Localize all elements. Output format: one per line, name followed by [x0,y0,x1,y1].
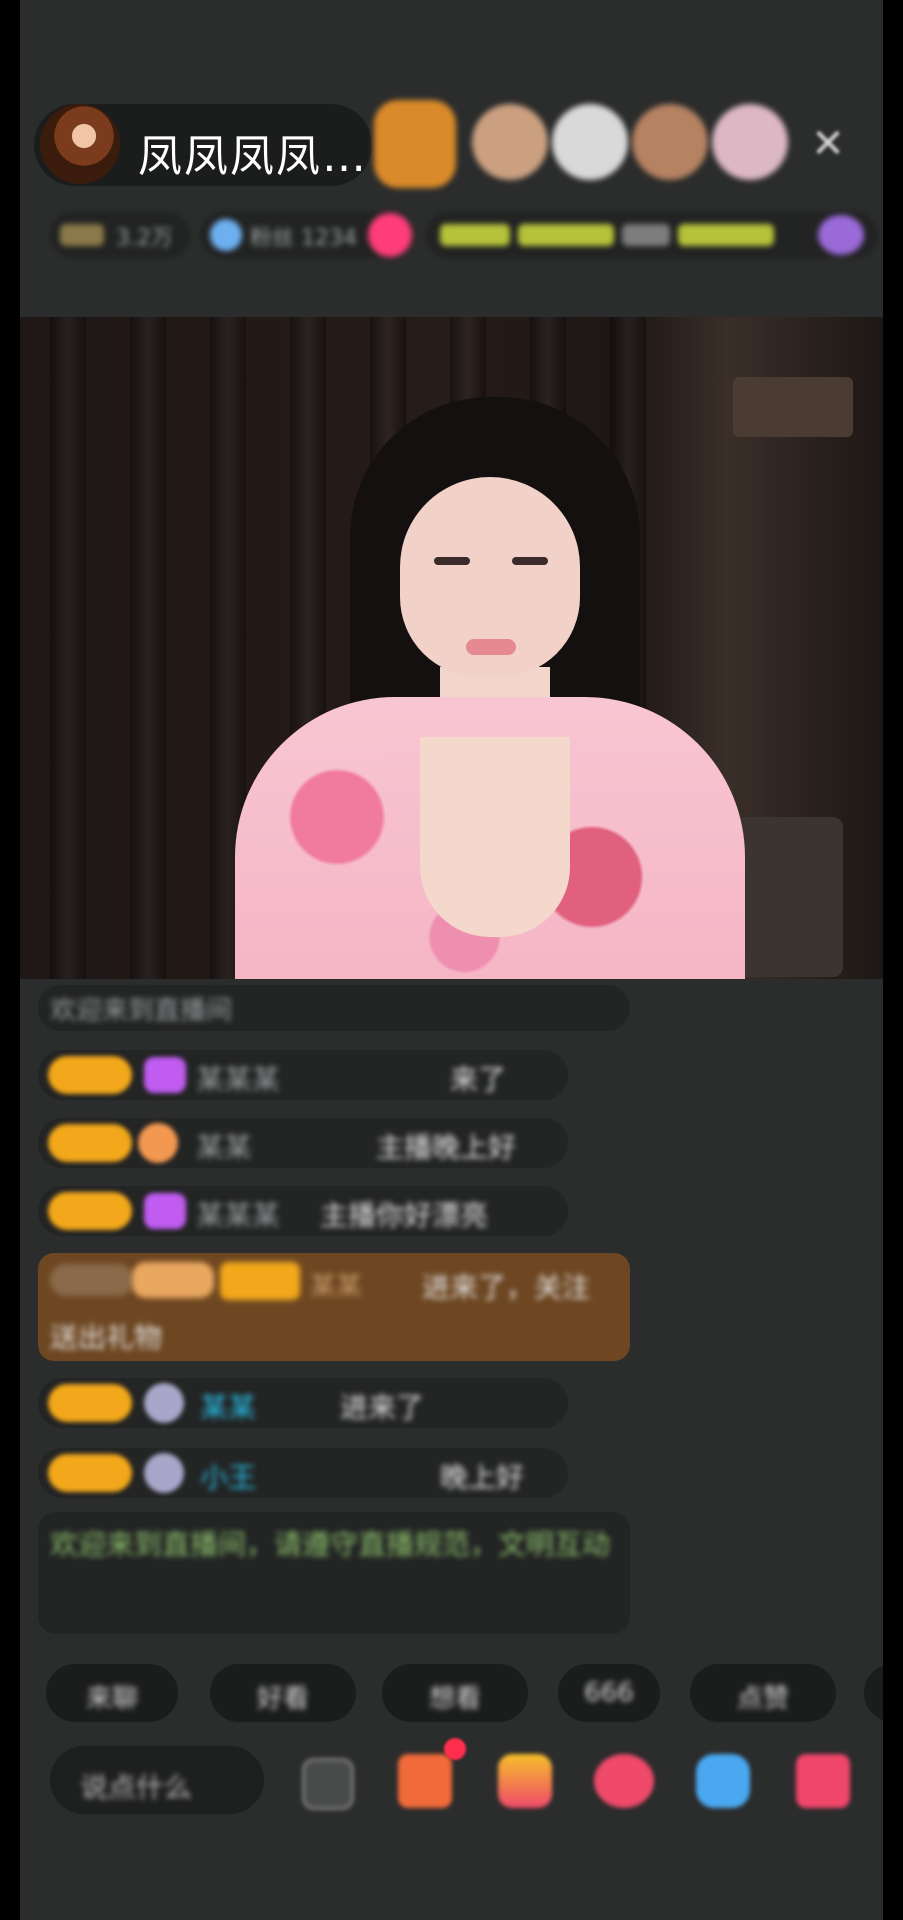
chat-text: 进来了 [340,1391,425,1424]
green-notice: 欢迎来到直播间，请遵守直播规范，文明互动 [50,1528,611,1561]
chat-text: 晚上好 [440,1461,525,1494]
host-avatar[interactable] [40,104,120,184]
right-border [883,0,903,1920]
system-notice: 欢迎来到直播间 [50,996,233,1026]
background-lamp [733,377,853,437]
live-room: 凤凤凤凤… ✕ 3.2万 粉丝 1234 欢迎来到直播间 某某某 来了 某某 主… [20,0,883,1920]
diamond-icon [144,1057,186,1093]
tag-chip [440,224,510,246]
level-badge [48,1384,132,1422]
chat-username[interactable]: 某某 [196,1126,252,1166]
chat-text: 主播晚上好 [376,1131,517,1164]
notification-dot [444,1738,466,1760]
chat-text: 进来了，关注 [422,1271,591,1304]
tag-chip [678,224,774,246]
quick-reply-chip[interactable]: 来聊 [46,1664,178,1722]
gift-box-icon[interactable] [398,1754,452,1808]
fan-level-icon [132,1262,214,1298]
viewer-avatar[interactable] [552,104,628,180]
viewer-avatar[interactable] [632,104,708,180]
more-icon[interactable] [302,1758,354,1810]
comment-input[interactable]: 说点什么 [50,1746,264,1814]
heart-icon[interactable] [594,1754,654,1808]
chat-text: 主播你好漂亮 [320,1199,489,1232]
chat-username[interactable]: 某某 [310,1266,362,1303]
chat-username[interactable]: 某某某 [196,1194,280,1234]
diamond-icon [144,1193,186,1229]
quick-reply-chip[interactable]: 点赞 [690,1664,836,1722]
close-icon[interactable]: ✕ [808,124,848,164]
rank-icon[interactable] [818,215,864,255]
left-border [0,0,20,1920]
chat-username[interactable]: 小王 [200,1456,256,1496]
chat-username[interactable]: 某某某 [196,1058,280,1098]
tag-chip [622,224,670,246]
host-name[interactable]: 凤凤凤凤… [138,120,368,184]
level-badge [48,1192,132,1230]
likes-count: 3.2万 [116,226,173,251]
follow-plus-icon[interactable] [368,213,412,257]
fan-badge-icon [138,1123,178,1163]
room-info-row: 3.2万 粉丝 1234 [50,212,880,258]
quick-reply-chip[interactable] [864,1664,883,1722]
quick-reply-chip[interactable]: 666 [558,1664,660,1722]
level-badge [48,1056,132,1094]
chat-text-continued: 送出礼物 [50,1321,163,1354]
quick-reply-chip[interactable]: 想看 [382,1664,528,1722]
user-avatar-icon [144,1453,184,1493]
level-badge [48,1124,132,1162]
viewer-avatar[interactable] [712,104,788,180]
live-video[interactable] [20,317,883,979]
quick-reply-chip[interactable]: 好看 [210,1664,356,1722]
fan-club-icon [210,219,242,251]
level-badge [220,1262,300,1300]
chat-username[interactable]: 某某 [200,1386,256,1426]
like-icon [60,224,104,246]
share-icon[interactable] [696,1754,750,1808]
fans-count: 粉丝 1234 [250,226,357,251]
viewer-avatar[interactable] [472,104,548,180]
level-badge [48,1454,132,1492]
chat-text: 来了 [450,1063,507,1096]
viewer-avatar[interactable] [374,100,456,188]
treasure-icon[interactable] [796,1754,850,1808]
user-avatar-icon [144,1383,184,1423]
gift-icon[interactable] [498,1754,552,1808]
tag-chip [518,224,614,246]
